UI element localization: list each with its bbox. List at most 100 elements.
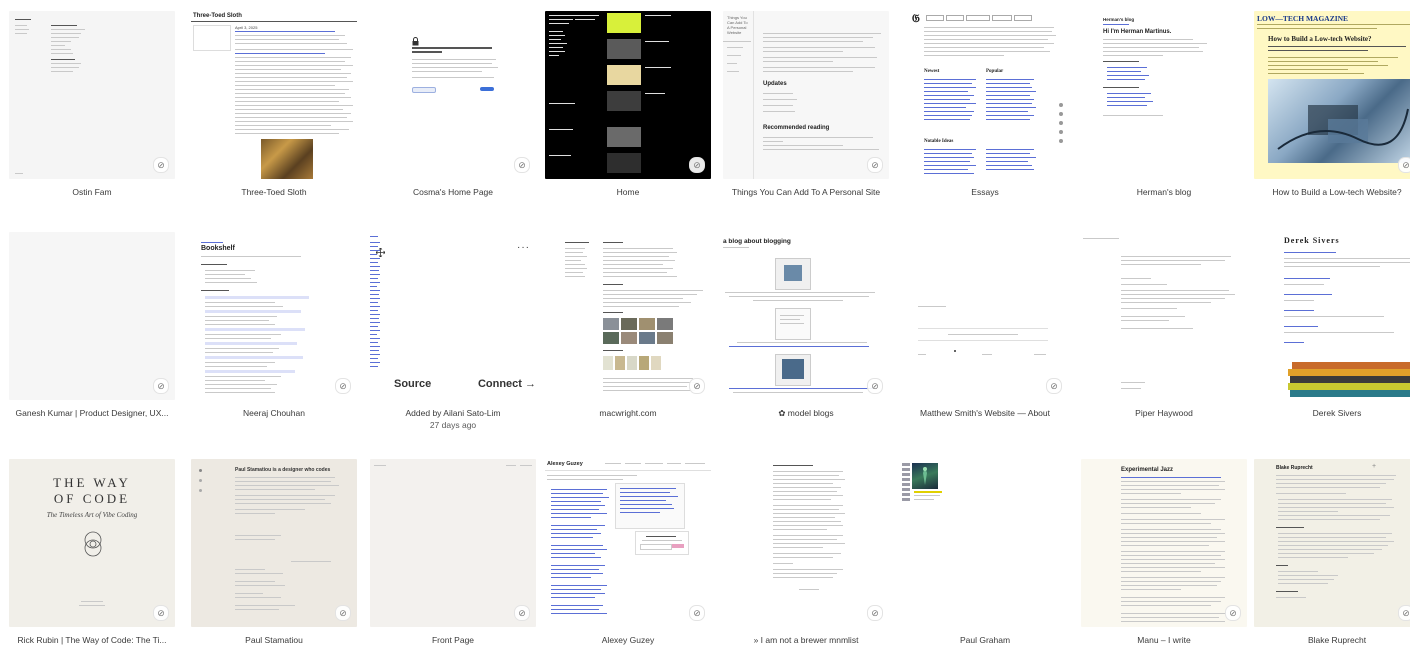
- link-icon[interactable]: ⊘: [689, 157, 705, 173]
- card-thumbnail[interactable]: THE WAY OF CODE The Timeless Art of Vibe…: [9, 459, 175, 627]
- thumb-image: [607, 65, 641, 85]
- card-thumbnail[interactable]: Alexey Guzey ⊘: [545, 459, 711, 627]
- card-manu[interactable]: Experimental Jazz ⊘ Manu – I write: [1081, 459, 1247, 645]
- card-title: macwright.com: [599, 408, 657, 418]
- link-icon[interactable]: ⊘: [1398, 157, 1410, 173]
- card-thumbnail[interactable]: Blake Ruprecht + ⊘: [1254, 459, 1410, 627]
- card-ganesh-kumar[interactable]: ⊘ Ganesh Kumar | Product Designer, UX...: [9, 232, 175, 418]
- site-logo: 𝔊: [912, 13, 920, 25]
- card-essays[interactable]: 𝔊 Newest Popular Notable Ideas Essays: [902, 11, 1068, 197]
- card-thumbnail[interactable]: 𝔊 Newest Popular Notable Ideas: [902, 11, 1068, 179]
- card-thumbnail[interactable]: LOW—TECH MAGAZINE How to Build a Low-tec…: [1254, 11, 1410, 179]
- link-icon[interactable]: ⊘: [1225, 605, 1241, 621]
- link-icon[interactable]: ⊘: [867, 378, 883, 394]
- card-thumbnail[interactable]: Experimental Jazz ⊘: [1081, 459, 1247, 627]
- link-icon[interactable]: ⊘: [689, 378, 705, 394]
- calendar-widget: [193, 25, 231, 51]
- card-thumbnail[interactable]: [902, 459, 1068, 627]
- card-derek-sivers[interactable]: Derek Sivers Derek Sivers: [1254, 232, 1410, 418]
- card-thumbnail[interactable]: Bookshelf ⊘: [191, 232, 357, 400]
- link-icon[interactable]: ⊘: [867, 157, 883, 173]
- card-title: Cosma's Home Page: [412, 187, 494, 197]
- card-low-tech-magazine[interactable]: LOW—TECH MAGAZINE How to Build a Low-tec…: [1254, 11, 1410, 197]
- card-thumbnail[interactable]: ⊘: [370, 11, 536, 179]
- card-three-toed-sloth[interactable]: Three-Toed Sloth April 3, 2025 Three-Toe…: [191, 11, 357, 197]
- sidebar-toolbar: [1058, 103, 1064, 173]
- more-options-icon[interactable]: ···: [517, 242, 530, 253]
- link-icon[interactable]: ⊘: [153, 157, 169, 173]
- card-title: Ganesh Kumar | Product Designer, UX...: [15, 408, 169, 418]
- card-thumbnail[interactable]: [1081, 232, 1247, 400]
- card-blake-ruprecht[interactable]: Blake Ruprecht + ⊘ Blake Ruprecht: [1254, 459, 1410, 645]
- link-icon[interactable]: ⊘: [153, 605, 169, 621]
- article-image: [261, 139, 313, 179]
- card-thumbnail[interactable]: ⊘: [9, 11, 175, 179]
- card-thumbnail[interactable]: ··· Source Connect →: [370, 232, 536, 400]
- card-thumbnail[interactable]: ⊘: [723, 459, 889, 627]
- card-title: Piper Haywood: [1135, 408, 1193, 418]
- link-icon[interactable]: ⊘: [1398, 605, 1410, 621]
- card-piper-haywood[interactable]: Piper Haywood: [1081, 232, 1247, 418]
- card-paul-graham[interactable]: Paul Graham: [902, 459, 1068, 645]
- card-title: Paul Stamatiou: [245, 635, 303, 645]
- card-title: Derek Sivers: [1312, 408, 1362, 418]
- card-matthew-smith[interactable]: ⊘ Matthew Smith's Website — About: [902, 232, 1068, 418]
- card-thumbnail[interactable]: ⊘: [370, 459, 536, 627]
- source-button[interactable]: Source: [394, 378, 431, 390]
- link-icon[interactable]: ⊘: [689, 605, 705, 621]
- card-hovered[interactable]: ··· Source Connect → Added by Ailani Sat…: [370, 232, 536, 430]
- card-macwright[interactable]: ⊘ macwright.com: [545, 232, 711, 418]
- card-cosmas-home-page[interactable]: ⊘ Cosma's Home Page: [370, 11, 536, 197]
- card-ostin-fam[interactable]: ⊘ Ostin Fam: [9, 11, 175, 197]
- card-title: Paul Graham: [959, 635, 1011, 645]
- card-paul-stamatiou[interactable]: Paul Stamatiou is a designer who codes ⊘…: [191, 459, 357, 645]
- emblem-icon: [82, 529, 104, 559]
- card-thumbnail[interactable]: ⊘: [545, 232, 711, 400]
- card-things-you-can-add[interactable]: Things You Can Add To A Personal Website…: [723, 11, 889, 197]
- link-icon[interactable]: ⊘: [335, 605, 351, 621]
- card-not-a-brewer[interactable]: ⊘ » I am not a brewer mnmlist: [723, 459, 889, 645]
- card-thumbnail[interactable]: ⊘: [902, 232, 1068, 400]
- thumb-image: [607, 153, 641, 173]
- card-alexey-guzey[interactable]: Alexey Guzey ⊘ Alexey Guzey: [545, 459, 711, 645]
- thumb-heading: Three-Toed Sloth: [193, 13, 242, 19]
- card-thumbnail[interactable]: Paul Stamatiou is a designer who codes ⊘: [191, 459, 357, 627]
- link-icon[interactable]: ⊘: [153, 378, 169, 394]
- card-title: Essays: [971, 187, 999, 197]
- link-icon[interactable]: ⊘: [867, 605, 883, 621]
- card-model-blogs[interactable]: a blog about blogging ⊘ ✿ model blogs: [723, 232, 889, 419]
- card-title: Matthew Smith's Website — About: [920, 408, 1050, 418]
- card-thumbnail[interactable]: Herman's blog Hi I'm Herman Martinus.: [1081, 11, 1247, 179]
- bookmark-grid: ⊘ Ostin Fam Three-Toed Sloth April 3, 20…: [0, 0, 1410, 657]
- card-thumbnail[interactable]: Three-Toed Sloth April 3, 2025: [191, 11, 357, 179]
- card-hermans-blog[interactable]: Herman's blog Hi I'm Herman Martinus. He…: [1081, 11, 1247, 197]
- back-button[interactable]: [480, 87, 494, 91]
- card-title: Alexey Guzey: [601, 635, 655, 645]
- drag-handle-icon[interactable]: [375, 244, 386, 258]
- article-image: [912, 463, 938, 489]
- thumb-image: [607, 91, 641, 111]
- add-icon: +: [1372, 463, 1377, 470]
- card-title: Rick Rubin | The Way of Code: The Ti...: [17, 635, 167, 645]
- card-neeraj-chouhan[interactable]: Bookshelf ⊘ Neeraj Chouhan: [191, 232, 357, 418]
- link-icon[interactable]: ⊘: [514, 605, 530, 621]
- card-way-of-code[interactable]: THE WAY OF CODE The Timeless Art of Vibe…: [9, 459, 175, 645]
- link-icon[interactable]: ⊘: [514, 157, 530, 173]
- link-icon[interactable]: ⊘: [335, 378, 351, 394]
- card-title: Home: [616, 187, 640, 197]
- details-button[interactable]: [412, 87, 436, 93]
- card-thumbnail[interactable]: Derek Sivers: [1254, 232, 1410, 400]
- card-thumbnail[interactable]: ⊘: [545, 11, 711, 179]
- card-home[interactable]: ⊘ Home: [545, 11, 711, 197]
- card-thumbnail[interactable]: a blog about blogging ⊘: [723, 232, 889, 400]
- card-thumbnail[interactable]: ⊘: [9, 232, 175, 400]
- card-front-page[interactable]: ⊘ Front Page: [370, 459, 536, 645]
- card-title: Things You Can Add To A Personal Site: [731, 187, 881, 197]
- card-title: ✿ model blogs: [778, 408, 834, 418]
- card-title: Manu – I write: [1137, 635, 1191, 645]
- link-icon[interactable]: ⊘: [1046, 378, 1062, 394]
- card-thumbnail[interactable]: Things You Can Add To A Personal Website…: [723, 11, 889, 179]
- thumb-image: [607, 39, 641, 59]
- connect-button[interactable]: Connect →: [478, 378, 536, 390]
- thumb-image: [607, 13, 641, 33]
